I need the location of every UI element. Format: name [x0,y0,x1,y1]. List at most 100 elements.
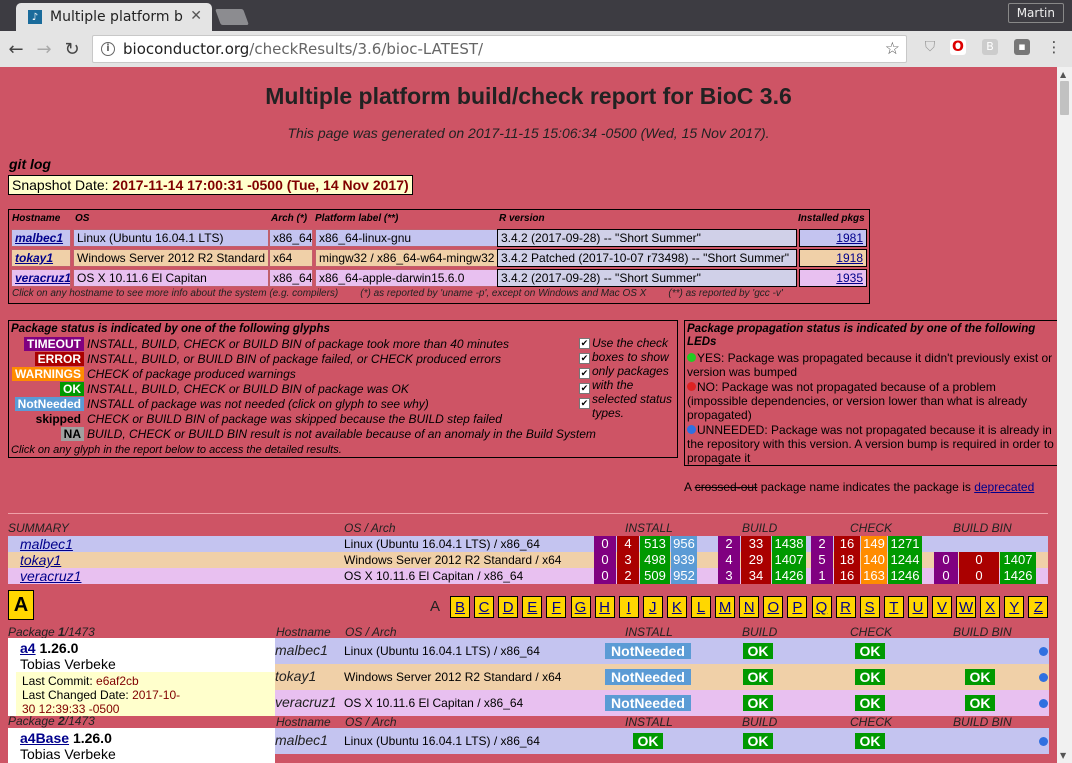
summary-count[interactable]: 1438 [772,536,806,552]
summary-count[interactable]: 1426 [772,568,806,584]
summary-count[interactable]: 3 [718,568,740,584]
close-tab-icon[interactable]: ✕ [190,8,202,24]
opera-extension-icon[interactable]: O [950,39,966,55]
shield-extension-icon[interactable]: ⛉ [922,39,938,55]
alphabet-letter-link[interactable]: K [666,596,687,618]
alphabet-letter-link[interactable]: O [763,596,784,618]
hosts-cell-pkgs[interactable]: 1918 [799,249,867,267]
summary-count[interactable]: 33 [741,536,771,552]
summary-count[interactable]: 0 [594,552,616,568]
back-icon[interactable]: ← [4,39,28,60]
status-ok-badge[interactable]: OK [633,733,663,749]
summary-count[interactable]: 1426 [1000,568,1036,584]
status-ok-badge[interactable]: OK [855,669,885,685]
summary-count[interactable]: 4 [617,536,639,552]
summary-count[interactable]: 140 [861,552,887,568]
status-checkbox[interactable]: ✔ [579,338,590,349]
alphabet-letter-link[interactable]: B [450,596,470,618]
browser-tab[interactable]: ♪ Multiple platform b ✕ [16,3,212,31]
summary-count[interactable]: 1244 [888,552,922,568]
summary-count[interactable]: 18 [834,552,860,568]
hosts-value[interactable]: 1981 [836,231,863,245]
summary-count[interactable]: 16 [834,536,860,552]
alphabet-letter-link[interactable]: G [570,596,591,618]
summary-count[interactable]: 34 [741,568,771,584]
status-ok-badge[interactable]: OK [965,695,995,711]
alphabet-letter-link[interactable]: J [642,596,663,618]
summary-count[interactable]: 1271 [888,536,922,552]
alphabet-letter-link[interactable]: S [859,596,880,618]
vertical-scrollbar[interactable]: ▲ ▼ [1057,67,1072,763]
status-notneeded-badge[interactable]: NotNeeded [605,695,691,711]
status-ok-badge[interactable]: OK [965,669,995,685]
summary-count[interactable]: 509 [640,568,670,584]
status-checkbox[interactable]: ✔ [579,383,590,394]
forward-icon[interactable]: → [32,39,56,60]
summary-host-link[interactable]: malbec1 [20,536,73,552]
menu-icon[interactable]: ⋮ [1046,39,1062,55]
alphabet-letter-link[interactable]: Z [1028,596,1049,618]
status-notneeded-badge[interactable]: NotNeeded [605,669,691,685]
summary-count[interactable]: 939 [671,552,697,568]
status-ok-badge[interactable]: OK [743,733,773,749]
hosts-cell-pkgs[interactable]: 1935 [799,269,867,287]
summary-count[interactable]: 1 [811,568,833,584]
scroll-thumb[interactable] [1060,81,1069,115]
propagation-led-icon[interactable] [1039,673,1048,682]
summary-count[interactable]: 2 [617,568,639,584]
profile-button[interactable]: Martin [1007,3,1064,23]
hosts-value[interactable]: 1935 [836,271,863,285]
alphabet-letter-link[interactable]: X [980,596,1001,618]
status-ok-badge[interactable]: OK [743,695,773,711]
summary-count[interactable]: 3 [617,552,639,568]
summary-count[interactable]: 16 [834,568,860,584]
extension-b-icon[interactable]: B [982,39,998,55]
alphabet-letter-link[interactable]: Q [811,596,832,618]
status-checkbox[interactable]: ✔ [579,368,590,379]
info-icon[interactable]: i [101,42,115,56]
alphabet-letter-link[interactable]: R [835,596,856,618]
bookmark-star-icon[interactable]: ☆ [885,39,900,59]
status-ok-badge[interactable]: OK [743,643,773,659]
summary-count[interactable]: 4 [718,552,740,568]
glyph-ok[interactable]: OK [60,382,84,396]
alphabet-letter-link[interactable]: P [787,596,808,618]
alphabet-letter-link[interactable]: C [474,596,495,618]
summary-count[interactable]: 163 [861,568,887,584]
glyph-error[interactable]: ERROR [34,352,84,366]
alphabet-letter-link[interactable]: U [907,596,928,618]
glyph-notneeded[interactable]: NotNeeded [14,397,84,411]
alphabet-letter-link[interactable]: V [932,596,952,618]
propagation-led-icon[interactable] [1039,647,1048,656]
alphabet-letter-link[interactable]: T [883,596,904,618]
summary-host-link[interactable]: tokay1 [20,552,61,568]
alphabet-letter-link[interactable]: N [739,596,760,618]
summary-host-link[interactable]: veracruz1 [20,568,81,584]
summary-count[interactable]: 5 [811,552,833,568]
hosts-cell-host[interactable]: tokay1 [11,249,71,267]
summary-count[interactable]: 0 [959,568,999,584]
alphabet-letter-link[interactable]: I [618,596,639,618]
alphabet-letter-link[interactable]: F [546,596,567,618]
alphabet-letter-link[interactable]: Y [1004,596,1025,618]
summary-count[interactable]: 498 [640,552,670,568]
summary-count[interactable]: 952 [671,568,697,584]
hosts-cell-pkgs[interactable]: 1981 [799,229,867,247]
propagation-led-icon[interactable] [1039,737,1048,746]
summary-count[interactable]: 0 [934,568,958,584]
status-checkbox[interactable]: ✔ [579,398,590,409]
propagation-led-icon[interactable] [1039,699,1048,708]
summary-count[interactable]: 1246 [888,568,922,584]
hosts-value[interactable]: 1918 [836,251,863,265]
glyph-warnings[interactable]: WARNINGS [12,367,84,381]
summary-count[interactable]: 956 [671,536,697,552]
summary-count[interactable]: 0 [594,536,616,552]
alphabet-letter-link[interactable]: D [498,596,519,618]
hostname-link[interactable]: veracruz1 [15,271,70,285]
deprecated-link[interactable]: deprecated [974,480,1034,494]
glyph-na[interactable]: NA [60,427,84,441]
summary-count[interactable]: 513 [640,536,670,552]
hostname-link[interactable]: malbec1 [15,231,63,245]
status-checkbox[interactable]: ✔ [579,353,590,364]
reload-icon[interactable]: ↻ [60,39,84,60]
